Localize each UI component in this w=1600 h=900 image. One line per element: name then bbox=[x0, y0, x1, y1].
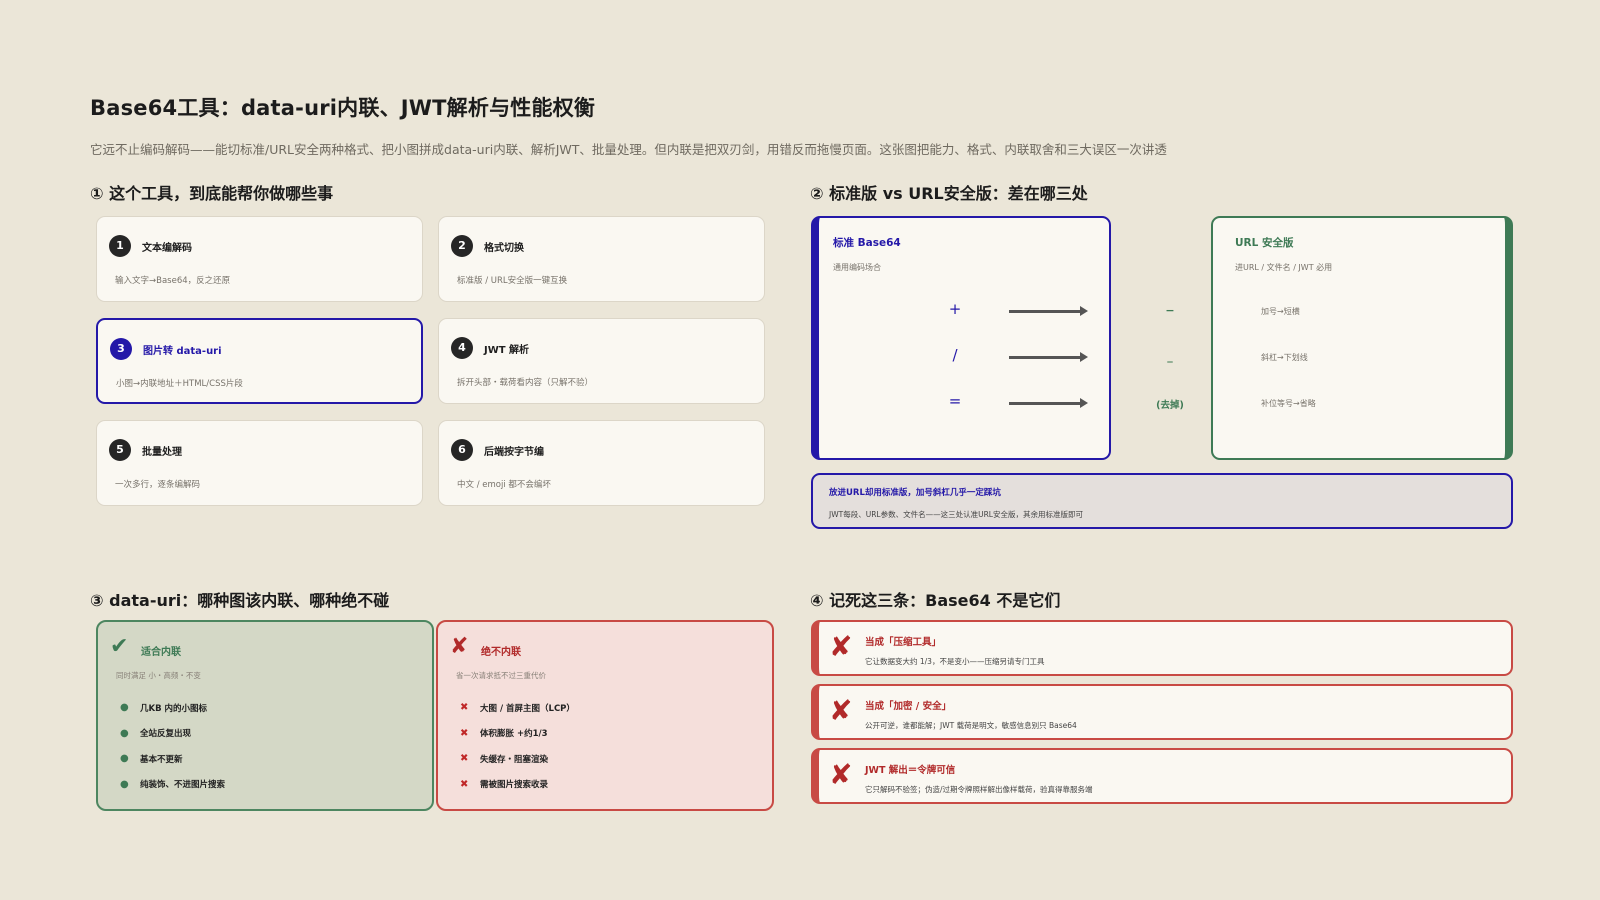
step-number: 3 bbox=[110, 338, 132, 360]
myth-card-jwt-trust: ✘ JWT 解出＝令牌可信 它只解码不验签；伪造/过期令牌照样解出像样载荷，验真… bbox=[811, 748, 1513, 804]
feature-title: 文本编解码 bbox=[142, 243, 192, 254]
replacement-removed: (去掉) bbox=[1156, 400, 1184, 411]
arrow-icon bbox=[1009, 306, 1088, 316]
url-safe-subtitle: 进URL / 文件名 / JWT 必用 bbox=[1235, 263, 1333, 272]
suitable-list: ● 几KB 内的小图标 ● 全站反复出现 ● 基本不更新 ● 纯装饰、不进图片搜索 bbox=[120, 695, 225, 797]
panel-title: 绝不内联 bbox=[481, 647, 521, 658]
feature-title: 格式切换 bbox=[484, 243, 524, 254]
plus-symbol: + bbox=[948, 300, 962, 318]
cross-icon: ✘ bbox=[829, 758, 853, 791]
myth-desc: 公开可逆，谁都能解；JWT 载荷是明文，敏感信息别只 Base64 bbox=[865, 721, 1077, 730]
list-item: ✖ 需被图片搜索收录 bbox=[460, 778, 549, 791]
checkmark-icon: ✔ bbox=[110, 634, 129, 659]
cross-icon: ✖ bbox=[460, 702, 469, 714]
list-item: ● 纯装饰、不进图片搜索 bbox=[120, 778, 226, 791]
panel-subtitle: 省一次请求抵不过三重代价 bbox=[456, 671, 546, 680]
list-item: ● 基本不更新 bbox=[120, 753, 183, 765]
replacement-dash: − bbox=[1165, 304, 1175, 317]
cross-icon: ✘ bbox=[450, 634, 469, 659]
myth-card-compression: ✘ 当成「压缩工具」 它让数据变大约 1/3，不是变小——压缩另请专门工具 bbox=[811, 620, 1513, 676]
feature-card-data-uri[interactable]: 3 图片转 data-uri 小图→内联地址＋HTML/CSS片段 bbox=[96, 318, 423, 404]
list-item: ● 全站反复出现 bbox=[120, 727, 192, 740]
replacement-underscore: _ bbox=[1167, 350, 1173, 363]
section2-title: ② 标准版 vs URL安全版：差在哪三处 bbox=[810, 184, 1088, 203]
note-title: 放进URL却用标准版，加号斜杠几乎一定踩坑 bbox=[829, 488, 1001, 498]
feature-desc: 输入文字→Base64，反之还原 bbox=[115, 276, 231, 286]
step-number: 1 bbox=[109, 235, 131, 257]
inline-suitable-panel: ✔ 适合内联 同时满足 小・高频・不变 ● 几KB 内的小图标 ● 全站反复出现 ●… bbox=[96, 620, 434, 811]
cross-icon: ✖ bbox=[460, 727, 469, 739]
feature-card-jwt[interactable]: 4 JWT 解析 拆开头部・载荷看内容（只解不验） bbox=[438, 318, 765, 404]
feature-desc: 小图→内联地址＋HTML/CSS片段 bbox=[116, 379, 243, 389]
myth-desc: 它只解码不验签；伪造/过期令牌照样解出像样载荷，验真得靠服务端 bbox=[865, 785, 1093, 794]
step-number: 5 bbox=[109, 439, 131, 461]
cross-icon: ✖ bbox=[460, 753, 469, 765]
section3-title: ③ data-uri：哪种图该内联、哪种绝不碰 bbox=[90, 591, 390, 610]
section1-title: ① 这个工具，到底能帮你做哪些事 bbox=[90, 184, 334, 203]
rule-omit-padding: 补位等号→省略 bbox=[1261, 399, 1316, 408]
myth-title: JWT 解出＝令牌可信 bbox=[865, 765, 956, 776]
page-subtitle: 它远不止编码解码——能切标准/URL安全两种格式、把小图拼成data-uri内联… bbox=[90, 142, 1167, 157]
standard-title: 标准 Base64 bbox=[833, 237, 901, 249]
myth-title: 当成「加密 / 安全」 bbox=[865, 701, 952, 712]
cross-icon: ✘ bbox=[829, 630, 853, 663]
list-item: ✖ 体积膨胀 +约1/3 bbox=[460, 727, 548, 740]
feature-title: JWT 解析 bbox=[484, 345, 530, 356]
feature-title: 批量处理 bbox=[142, 447, 182, 458]
feature-desc: 一次多行，逐条编解码 bbox=[115, 480, 201, 490]
panel-title: 适合内联 bbox=[141, 647, 181, 658]
feature-card-text-codec[interactable]: 1 文本编解码 输入文字→Base64，反之还原 bbox=[96, 216, 423, 302]
step-number: 6 bbox=[451, 439, 473, 461]
note-desc: JWT每段、URL参数、文件名——这三处认准URL安全版，其余用标准版即可 bbox=[829, 510, 1083, 519]
url-safe-box: URL 安全版 进URL / 文件名 / JWT 必用 加号→短横 斜杠→下划线… bbox=[1211, 216, 1513, 460]
standard-subtitle: 通用编码场合 bbox=[833, 263, 881, 272]
arrow-icon bbox=[1009, 398, 1088, 408]
url-safe-title: URL 安全版 bbox=[1235, 237, 1294, 249]
bullet-icon: ● bbox=[120, 753, 129, 765]
cross-icon: ✖ bbox=[460, 778, 469, 790]
bullet-icon: ● bbox=[120, 778, 129, 790]
feature-title: 后端按字节编 bbox=[484, 447, 544, 458]
url-warning-note: 放进URL却用标准版，加号斜杠几乎一定踩坑 JWT每段、URL参数、文件名——这… bbox=[811, 473, 1513, 529]
list-item: ● 几KB 内的小图标 bbox=[120, 702, 208, 714]
panel-subtitle: 同时满足 小・高频・不变 bbox=[116, 671, 201, 680]
never-list: ✖ 大图 / 首屏主图（LCP） ✖ 体积膨胀 +约1/3 ✖ 失缓存・阻塞渲染 ✖ 需… bbox=[460, 695, 575, 797]
feature-desc: 标准版 / URL安全版一键互换 bbox=[457, 276, 568, 286]
cross-icon: ✘ bbox=[829, 694, 853, 727]
feature-card-byte-encoding[interactable]: 6 后端按字节编 中文 / emoji 都不会编坏 bbox=[438, 420, 765, 506]
myth-desc: 它让数据变大约 1/3，不是变小——压缩另请专门工具 bbox=[865, 657, 1045, 666]
list-item: ✖ 失缓存・阻塞渲染 bbox=[460, 753, 549, 765]
standard-base64-box: 标准 Base64 通用编码场合 + / = bbox=[811, 216, 1111, 460]
section4-title: ④ 记死这三条：Base64 不是它们 bbox=[810, 591, 1061, 610]
page-title: Base64工具：data-uri内联、JWT解析与性能权衡 bbox=[90, 96, 596, 120]
equals-symbol: = bbox=[948, 392, 962, 410]
myth-title: 当成「压缩工具」 bbox=[865, 637, 942, 648]
feature-title: 图片转 data-uri bbox=[143, 346, 222, 357]
feature-desc: 中文 / emoji 都不会编坏 bbox=[457, 480, 551, 490]
rule-slash-to-underscore: 斜杠→下划线 bbox=[1261, 353, 1308, 362]
step-number: 2 bbox=[451, 235, 473, 257]
feature-desc: 拆开头部・载荷看内容（只解不验） bbox=[457, 378, 594, 388]
arrow-icon bbox=[1009, 352, 1088, 362]
rule-plus-to-dash: 加号→短横 bbox=[1261, 307, 1300, 316]
never-inline-panel: ✘ 绝不内联 省一次请求抵不过三重代价 ✖ 大图 / 首屏主图（LCP） ✖ 体积膨… bbox=[436, 620, 774, 811]
slash-symbol: / bbox=[952, 346, 958, 364]
myth-card-encryption: ✘ 当成「加密 / 安全」 公开可逆，谁都能解；JWT 载荷是明文，敏感信息别只… bbox=[811, 684, 1513, 740]
feature-card-format-switch[interactable]: 2 格式切换 标准版 / URL安全版一键互换 bbox=[438, 216, 765, 302]
list-item: ✖ 大图 / 首屏主图（LCP） bbox=[460, 702, 575, 714]
feature-card-batch[interactable]: 5 批量处理 一次多行，逐条编解码 bbox=[96, 420, 423, 506]
bullet-icon: ● bbox=[120, 727, 129, 739]
bullet-icon: ● bbox=[120, 702, 129, 714]
step-number: 4 bbox=[451, 337, 473, 359]
